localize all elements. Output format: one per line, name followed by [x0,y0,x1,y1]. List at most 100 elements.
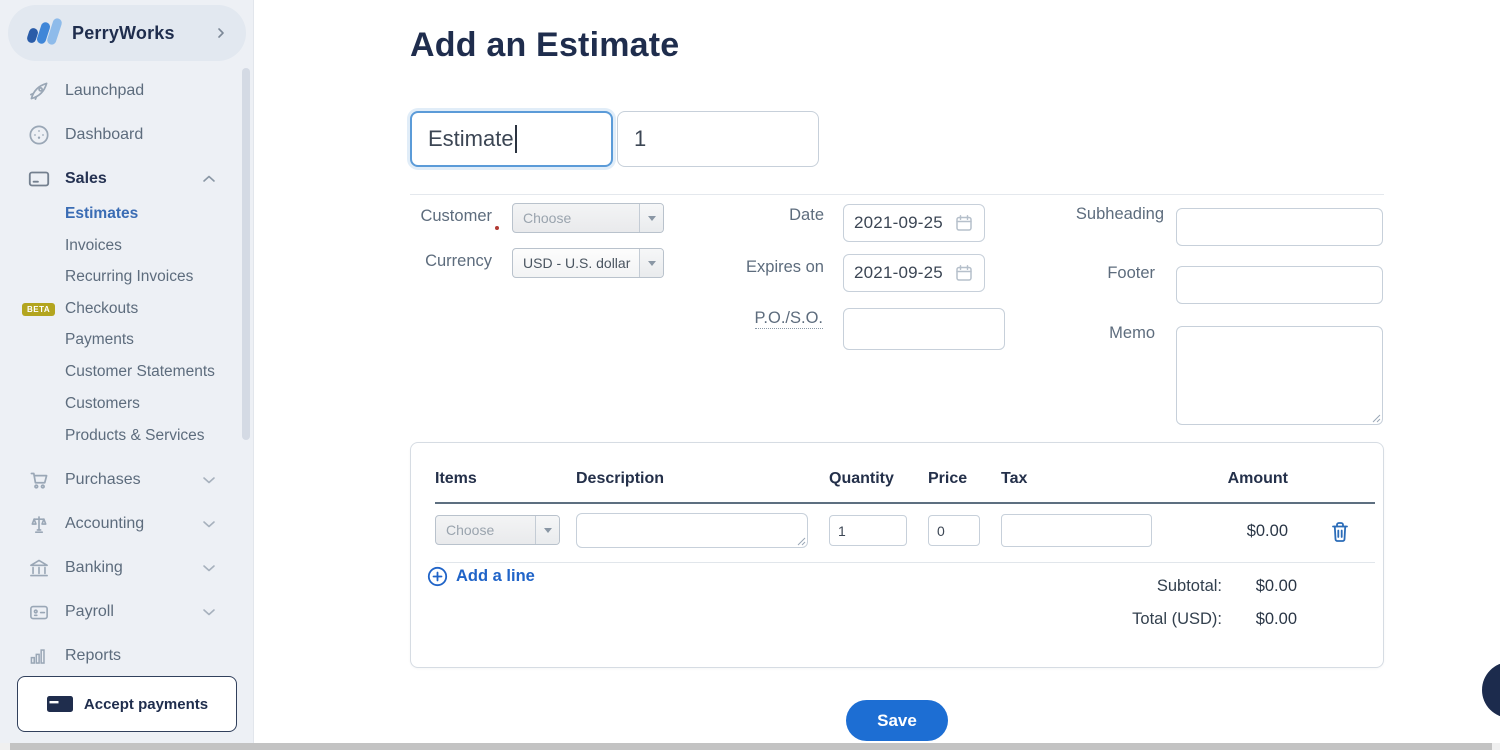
estimate-title-input[interactable]: Estimate [410,111,613,167]
sidebar-item-estimates[interactable]: Estimates [65,205,138,223]
chevron-up-icon [202,174,216,184]
item-select[interactable]: Choose [435,515,560,545]
table-header-rule [435,502,1375,504]
gauge-icon [24,122,54,148]
dropdown-arrow-icon [639,204,663,232]
col-header-tax: Tax [1001,470,1027,488]
sidebar-item-label: Launchpad [65,82,144,100]
dropdown-arrow-icon [535,516,559,544]
sidebar-item-label: Accounting [65,515,144,533]
sidebar-item-dashboard[interactable]: Dashboard [0,120,240,150]
credit-card-filled-icon [46,694,74,714]
date-input[interactable]: 2021-09-25 [843,204,985,242]
table-row-rule [435,562,1375,563]
chat-bubble-button[interactable] [1482,662,1500,718]
col-header-items: Items [435,470,477,488]
sidebar-item-sales[interactable]: Sales [0,164,240,194]
memo-label: Memo [1025,324,1155,343]
sidebar-item-payroll[interactable]: Payroll [0,597,240,627]
brand-logo-button[interactable]: PerryWorks [8,5,246,61]
chevron-down-icon [202,607,216,617]
page-title: Add an Estimate [410,26,679,65]
po-so-label: P.O./S.O. [693,309,823,328]
col-header-price: Price [928,470,967,488]
col-header-description: Description [576,470,664,488]
customer-select-value: Choose [513,210,639,226]
memo-textarea[interactable] [1176,326,1383,425]
rocket-icon [24,78,54,104]
dropdown-arrow-icon [639,249,663,277]
sidebar-item-recurring-invoices[interactable]: Recurring Invoices [65,268,193,286]
chevron-down-icon [202,475,216,485]
add-line-button[interactable]: Add a line [427,566,535,587]
chevron-down-icon [202,519,216,529]
calendar-icon [954,263,974,283]
calendar-icon [954,213,974,233]
subheading-input[interactable] [1176,208,1383,246]
subheading-label: Subheading [1034,205,1164,224]
cart-icon [24,467,54,493]
footer-input[interactable] [1176,266,1383,304]
item-select-value: Choose [436,522,535,538]
sidebar-item-reports[interactable]: Reports [0,641,240,671]
item-price-input[interactable] [928,515,980,546]
sidebar-scrollbar-thumb[interactable] [242,68,250,440]
sidebar-item-banking[interactable]: Banking [0,553,240,583]
required-indicator [495,226,499,230]
trash-icon [1328,519,1352,545]
expires-on-label: Expires on [694,258,824,277]
footer-label: Footer [1025,264,1155,283]
horizontal-scrollbar-thumb[interactable] [10,743,1492,750]
save-button[interactable]: Save [846,700,948,741]
sidebar-item-invoices[interactable]: Invoices [65,237,122,255]
sidebar-item-customers[interactable]: Customers [65,395,140,413]
payroll-card-icon [24,599,54,625]
currency-select[interactable]: USD - U.S. dollar [512,248,664,278]
item-quantity-input[interactable] [829,515,907,546]
sidebar-item-label: Purchases [65,471,141,489]
plus-circle-icon [427,566,448,587]
currency-select-value: USD - U.S. dollar [513,255,639,271]
po-so-input[interactable] [843,308,1005,350]
chevron-down-icon [202,563,216,573]
sidebar-item-checkouts[interactable]: Checkouts [65,300,138,318]
beta-badge: BETA [22,303,55,316]
currency-label: Currency [362,252,492,271]
expires-on-input[interactable]: 2021-09-25 [843,254,985,292]
add-line-label: Add a line [456,567,535,586]
col-header-amount: Amount [1158,470,1288,488]
scale-icon [24,511,54,537]
total-value: $0.00 [1217,610,1297,629]
estimate-number-input[interactable]: 1 [617,111,819,167]
brand-name: PerryWorks [72,23,214,44]
bank-icon [24,555,54,581]
sidebar-item-customer-statements[interactable]: Customer Statements [65,363,215,381]
sidebar-item-label: Banking [65,559,123,577]
sidebar-item-accounting[interactable]: Accounting [0,509,240,539]
sidebar: PerryWorks Launchpad [0,0,254,743]
text-caret [515,125,517,153]
estimate-number-value: 1 [634,126,646,152]
credit-card-icon [24,166,54,192]
item-description-textarea[interactable] [576,513,808,548]
accept-payments-button[interactable]: Accept payments [17,676,237,732]
sidebar-item-products-services[interactable]: Products & Services [65,427,205,445]
estimate-title-value: Estimate [428,126,514,152]
chevron-right-icon [214,26,228,40]
sidebar-item-payments[interactable]: Payments [65,331,134,349]
expires-on-value: 2021-09-25 [854,263,954,283]
total-label: Total (USD): [1052,610,1222,629]
sidebar-item-label: Dashboard [65,126,143,144]
sidebar-item-label: Sales [65,170,107,188]
col-header-quantity: Quantity [829,470,894,488]
sidebar-item-launchpad[interactable]: Launchpad [0,76,240,106]
sidebar-item-purchases[interactable]: Purchases [0,465,240,495]
delete-line-button[interactable] [1326,518,1354,546]
sidebar-item-label: Reports [65,647,121,665]
item-tax-input[interactable] [1001,514,1152,547]
accept-payments-label: Accept payments [84,696,208,713]
subtotal-label: Subtotal: [1072,577,1222,596]
item-amount-value: $0.00 [1158,522,1288,541]
customer-select[interactable]: Choose [512,203,664,233]
subtotal-value: $0.00 [1217,577,1297,596]
